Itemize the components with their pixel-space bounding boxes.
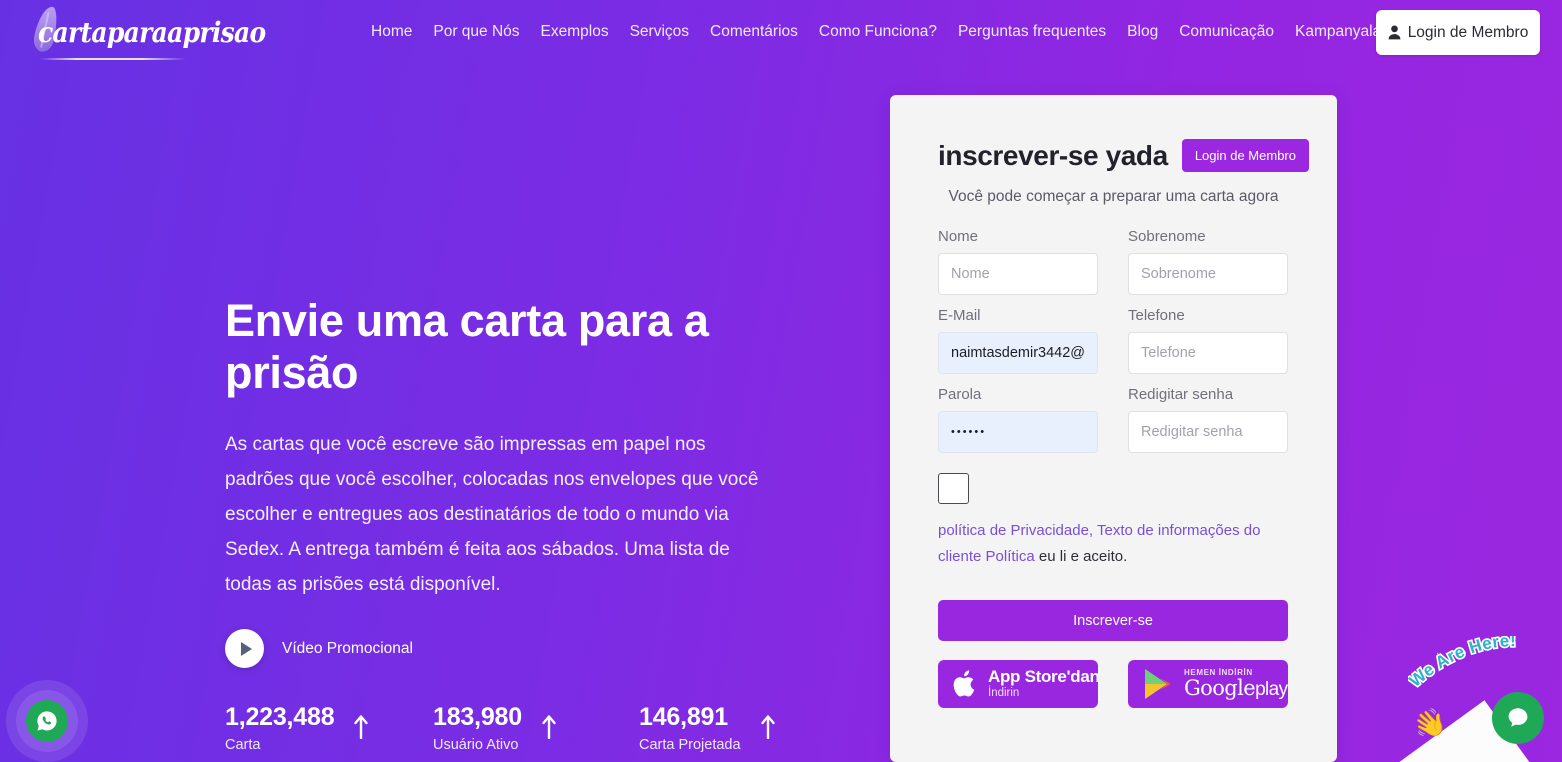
chat-button[interactable] xyxy=(1492,692,1544,744)
signup-form: Nome Sobrenome E-Mail Telefone Parola Re xyxy=(938,228,1289,465)
google-play-main-label: Googleplay xyxy=(1184,676,1288,700)
play-icon xyxy=(225,629,264,668)
promo-video-label: Vídeo Promocional xyxy=(282,639,413,657)
hand-wave-icon: 👋 xyxy=(1409,704,1451,744)
member-login-label: Login de Membro xyxy=(1407,23,1529,41)
consent-tail: eu li e aceito. xyxy=(1038,548,1128,565)
field-group-password: Parola xyxy=(938,386,1098,453)
consent-row: política de Privacidade, Texto de inform… xyxy=(938,473,1289,570)
member-login-button[interactable]: Login de Membro xyxy=(1376,10,1540,55)
site-logo[interactable]: cartaparaaprisao xyxy=(18,4,266,66)
email-input[interactable] xyxy=(938,332,1098,374)
nav-item-comunicacao[interactable]: Comunicação xyxy=(1179,22,1295,42)
field-label-password-confirm: Redigitar senha xyxy=(1128,386,1234,403)
google-play-icon xyxy=(1145,669,1171,699)
field-label-phone: Telefone xyxy=(1128,307,1185,324)
person-icon xyxy=(1388,25,1401,40)
stat-projected-letters: 146,891 Carta Projetada xyxy=(639,703,775,755)
nav-item-blog[interactable]: Blog xyxy=(1127,22,1179,42)
hero-section: Envie uma carta para a prisão As cartas … xyxy=(225,295,835,668)
field-group-last-name: Sobrenome xyxy=(1128,228,1288,295)
app-store-badges: App Store'dan İndirin HEMEN İNDİRİN Goog… xyxy=(938,660,1289,708)
arrow-up-icon xyxy=(354,715,369,739)
chat-bubble-icon xyxy=(1508,708,1528,727)
signup-submit-button[interactable]: Inscrever-se xyxy=(938,600,1288,641)
app-store-badge[interactable]: App Store'dan İndirin xyxy=(938,660,1098,708)
stat-label: Carta Projetada xyxy=(639,737,741,753)
signup-title: inscrever-se yada xyxy=(938,139,1168,171)
page-root: cartaparaaprisao Home Por que Nós Exempl… xyxy=(0,0,1562,762)
stat-active-users: 183,980 Usuário Ativo xyxy=(433,703,611,755)
stat-letters: 1,223,488 Carta xyxy=(225,703,405,755)
hero-title: Envie uma carta para a prisão xyxy=(225,295,709,398)
google-word: Google xyxy=(1184,676,1256,700)
app-store-main-label: App Store'dan xyxy=(988,667,1098,687)
nav-links: Home Por que Nós Exemplos Serviços Comen… xyxy=(371,22,1407,42)
stat-value: 146,891 xyxy=(639,703,728,731)
password-input[interactable] xyxy=(938,411,1098,453)
field-group-email: E-Mail xyxy=(938,307,1098,374)
password-confirm-input[interactable] xyxy=(1128,411,1288,453)
hero-description: As cartas que você escreve são impressas… xyxy=(225,434,759,595)
field-label-password: Parola xyxy=(938,386,982,403)
apple-icon xyxy=(953,670,975,697)
arrow-up-icon xyxy=(542,715,556,739)
brand-name: cartaparaaprisao xyxy=(38,16,266,49)
stats-row: 1,223,488 Carta 183,980 Usuário Ativo 14… xyxy=(225,703,803,755)
consent-text: política de Privacidade, Texto de inform… xyxy=(938,518,1288,570)
nav-item-perguntas-frequentes[interactable]: Perguntas frequentes xyxy=(958,22,1127,42)
stat-value: 183,980 xyxy=(433,703,522,731)
field-label-first-name: Nome xyxy=(938,228,979,245)
google-play-badge[interactable]: HEMEN İNDİRİN Googleplay xyxy=(1128,660,1288,708)
nav-item-servicos[interactable]: Serviços xyxy=(630,22,710,42)
nav-item-como-funciona[interactable]: Como Funciona? xyxy=(819,22,958,42)
nav-item-exemplos[interactable]: Exemplos xyxy=(541,22,630,42)
app-store-sub-label: İndirin xyxy=(988,687,1020,700)
field-group-first-name: Nome xyxy=(938,228,1098,295)
privacy-policy-link[interactable]: política de Privacidade, xyxy=(938,522,1093,539)
whatsapp-icon xyxy=(37,711,57,731)
play-word: play xyxy=(1255,679,1288,700)
signup-subtitle: Você pode começar a preparar uma carta a… xyxy=(948,188,1279,205)
signup-card-header: inscrever-se yada Login de Membro xyxy=(938,139,1309,172)
last-name-input[interactable] xyxy=(1128,253,1288,295)
promo-video-button[interactable]: Vídeo Promocional xyxy=(225,629,485,668)
brand-underline xyxy=(40,58,186,60)
stat-value: 1,223,488 xyxy=(225,703,335,731)
arrow-up-icon xyxy=(760,715,775,739)
nav-item-comentarios[interactable]: Comentários xyxy=(710,22,819,42)
whatsapp-button[interactable] xyxy=(26,700,68,742)
stat-label: Usuário Ativo xyxy=(433,737,519,753)
svg-text:We Are Here!: We Are Here! xyxy=(1408,636,1516,691)
field-label-last-name: Sobrenome xyxy=(1128,228,1206,245)
consent-checkbox[interactable] xyxy=(938,473,969,504)
stat-label: Carta xyxy=(225,737,261,753)
first-name-input[interactable] xyxy=(938,253,1098,295)
field-label-email: E-Mail xyxy=(938,307,981,324)
card-member-login-button[interactable]: Login de Membro xyxy=(1181,139,1309,172)
field-group-password-confirm: Redigitar senha xyxy=(1128,386,1288,453)
nav-item-home[interactable]: Home xyxy=(371,22,433,42)
signup-card: inscrever-se yada Login de Membro Você p… xyxy=(890,95,1337,762)
we-are-here-ribbon: We Are Here! xyxy=(1408,636,1517,692)
phone-input[interactable] xyxy=(1128,332,1288,374)
nav-item-por-que-nos[interactable]: Por que Nós xyxy=(433,22,540,42)
top-navigation-bar: cartaparaaprisao Home Por que Nós Exempl… xyxy=(0,0,1562,70)
field-group-phone: Telefone xyxy=(1128,307,1288,374)
chat-widget-corner: We Are Here! 👋 xyxy=(1382,592,1562,762)
